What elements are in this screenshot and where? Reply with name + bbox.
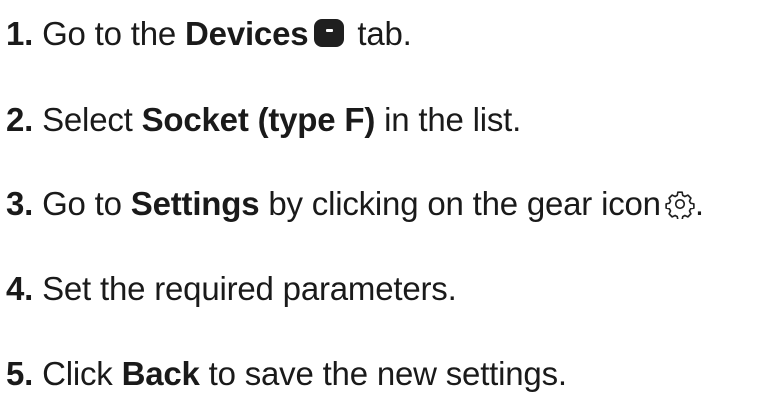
step-text: tab. bbox=[348, 15, 412, 52]
step-text: Select bbox=[33, 101, 142, 138]
step-text: Go to bbox=[33, 185, 131, 222]
step-number: 1. bbox=[6, 15, 34, 52]
step-number: 5. bbox=[6, 355, 34, 392]
step-text: Set the required parameters. bbox=[33, 270, 457, 307]
devices-icon bbox=[314, 19, 345, 47]
step-text: in the list. bbox=[375, 101, 522, 138]
step-text: to save the new settings. bbox=[199, 355, 567, 392]
back-label: Back bbox=[121, 355, 200, 392]
step-text: Click bbox=[33, 355, 122, 392]
step-3: 3. Go to Settings by clicking on the gea… bbox=[6, 184, 704, 224]
step-4: 4. Set the required parameters. bbox=[6, 269, 457, 309]
step-text: . bbox=[694, 185, 704, 222]
step-number: 3. bbox=[6, 185, 34, 222]
step-text: by clicking on the gear icon bbox=[259, 185, 661, 222]
step-text: Go to the bbox=[33, 15, 186, 52]
settings-label: Settings bbox=[130, 185, 260, 222]
step-number: 4. bbox=[6, 270, 34, 307]
step-2: 2. Select Socket (type F) in the list. bbox=[6, 100, 521, 140]
step-5: 5. Click Back to save the new settings. bbox=[6, 354, 567, 394]
step-number: 2. bbox=[6, 101, 34, 138]
instructions-list: 1. Go to the Devices tab. 2. Select Sock… bbox=[0, 0, 783, 394]
step-1: 1. Go to the Devices tab. bbox=[6, 14, 412, 54]
gear-icon bbox=[665, 191, 695, 219]
device-name: Socket (type F) bbox=[141, 101, 376, 138]
devices-tab-label: Devices bbox=[185, 15, 309, 52]
